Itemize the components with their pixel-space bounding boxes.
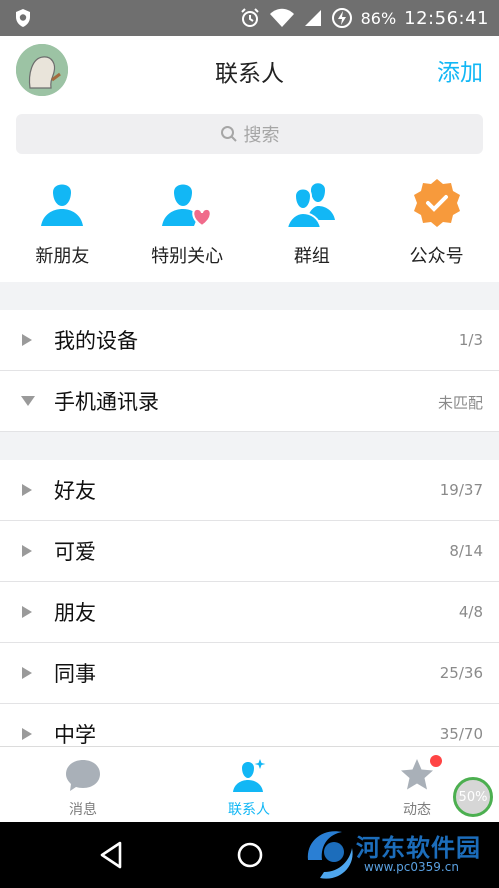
clock: 12:56:41: [404, 7, 489, 29]
add-button[interactable]: 添加: [437, 53, 483, 87]
battery-percent: 86%: [360, 8, 397, 28]
tab-messages[interactable]: 消息: [23, 747, 143, 823]
chat-bubble-icon: [66, 760, 100, 791]
quick-entry-label: 群组: [293, 246, 330, 267]
section-label: 我的设备: [54, 329, 138, 353]
bottom-tab-bar: 消息 联系人 动态: [0, 746, 499, 822]
group-row-friends[interactable]: 好友 19/37: [0, 460, 499, 521]
group-row-cute[interactable]: 可爱 8/14: [0, 521, 499, 582]
group-label: 中学: [54, 723, 96, 747]
quick-entry-public-accounts[interactable]: 公众号: [374, 166, 499, 282]
quick-entry-special-care[interactable]: 特别关心: [125, 166, 250, 282]
search-section: 搜索: [0, 104, 499, 166]
group-label: 可爱: [54, 540, 96, 564]
group-count: 35/70: [439, 725, 483, 743]
signal-icon: [304, 10, 321, 26]
expand-arrow-icon: [22, 484, 32, 496]
expand-arrow-icon: [22, 728, 32, 740]
quick-entry-label: 新朋友: [35, 246, 90, 267]
section-phone-contacts[interactable]: 手机通讯录 未匹配: [0, 371, 499, 432]
tab-contacts[interactable]: 联系人: [189, 747, 309, 823]
group-label: 同事: [54, 662, 96, 686]
group-count: 19/37: [439, 481, 483, 499]
quick-entry-groups[interactable]: 群组: [250, 166, 375, 282]
section-count: 未匹配: [437, 394, 483, 412]
quick-entries: 新朋友 特别关心 群组 公众号: [0, 166, 499, 282]
search-placeholder: 搜索: [243, 125, 280, 146]
watermark-title: 河东软件园: [356, 834, 481, 862]
expand-arrow-icon: [22, 334, 32, 346]
app-header: 联系人 添加: [0, 36, 499, 104]
alarm-icon: [240, 8, 259, 27]
watermark-logo: 河东软件园 www.pc0359.cn: [300, 820, 499, 888]
person-heart-icon: [162, 184, 212, 228]
group-count: 8/14: [449, 542, 483, 560]
search-icon: [220, 126, 237, 142]
expand-arrow-icon: [22, 606, 32, 618]
section-count: 1/3: [458, 331, 483, 349]
page-title: 联系人: [215, 61, 284, 87]
shield-icon: [16, 9, 30, 27]
watermark-emblem-icon: [307, 831, 353, 879]
collapse-arrow-icon: [21, 396, 35, 406]
quick-entry-label: 特别关心: [151, 246, 224, 267]
expand-arrow-icon: [22, 545, 32, 557]
progress-badge[interactable]: 50%: [453, 777, 493, 817]
group-icon: [285, 183, 335, 229]
section-my-devices[interactable]: 我的设备 1/3: [0, 310, 499, 371]
quick-entry-label: 公众号: [409, 246, 464, 267]
back-icon[interactable]: [98, 840, 126, 870]
search-input[interactable]: 搜索: [16, 114, 483, 154]
group-row-colleagues[interactable]: 同事 25/36: [0, 643, 499, 704]
tab-label: 联系人: [228, 802, 270, 818]
status-bar: 86% 12:56:41: [0, 0, 499, 36]
tab-label: 消息: [69, 802, 97, 818]
watermark-url: www.pc0359.cn: [364, 860, 459, 874]
group-count: 25/36: [439, 664, 483, 682]
quick-entry-new-friends[interactable]: 新朋友: [0, 166, 125, 282]
group-count: 4/8: [458, 603, 483, 621]
person-icon: [41, 184, 84, 226]
tab-label: 动态: [403, 802, 431, 818]
battery-charging-icon: [331, 8, 352, 28]
home-icon[interactable]: [235, 840, 265, 870]
group-label: 好友: [54, 479, 96, 503]
expand-arrow-icon: [22, 667, 32, 679]
contacts-icon: [233, 759, 266, 792]
verified-badge-icon: [413, 179, 460, 227]
group-row-buddies[interactable]: 朋友 4/8: [0, 582, 499, 643]
wifi-icon: [269, 8, 294, 27]
notification-dot: [430, 755, 442, 767]
group-label: 朋友: [54, 601, 96, 625]
section-label: 手机通讯录: [54, 390, 159, 414]
